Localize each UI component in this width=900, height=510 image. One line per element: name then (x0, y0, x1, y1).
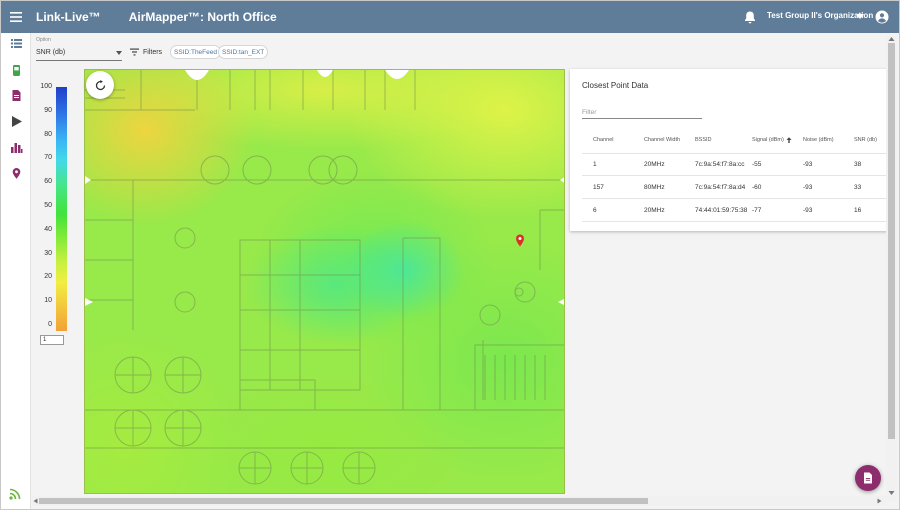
device-icon (13, 65, 20, 76)
table-cell-noise: -93 (803, 161, 813, 168)
legend-step-input[interactable]: 1 (40, 335, 64, 345)
vertical-scroll-thumb[interactable] (888, 43, 895, 439)
table-cell-bssid: 7c:9a:54:f7:8a:cc (695, 161, 745, 168)
scroll-up-icon[interactable] (888, 36, 895, 42)
page-title: AirMapper™: North Office (128, 10, 277, 24)
table-cell-signal: -77 (752, 207, 762, 214)
table-cell-noise: -93 (803, 184, 813, 191)
chip-label: SSID:tan_EXT (222, 48, 265, 56)
document-icon (12, 90, 21, 101)
sort-ascending-icon (786, 137, 792, 143)
table-filter-input[interactable]: Filter (582, 107, 702, 119)
top-bar: Link-Live™ AirMapper™: North Office Test… (1, 1, 899, 33)
column-header-signal[interactable]: Signal (dBm) (752, 137, 792, 143)
scroll-left-icon[interactable] (33, 498, 38, 504)
table-cell-snr: 38 (854, 161, 862, 168)
table-cell-width: 20MHz (644, 161, 665, 168)
nav-reports[interactable] (10, 89, 23, 102)
column-header-snr[interactable]: SNR (db) (854, 137, 877, 143)
option-label: Option (36, 37, 51, 43)
refresh-icon (95, 79, 105, 90)
table-cell-bssid: 74:44:01:59:75:38 (695, 207, 748, 214)
panel-title: Closest Point Data (582, 81, 649, 90)
bell-icon[interactable] (743, 10, 757, 24)
row-divider (582, 175, 888, 176)
legend-tick-label: 90 (44, 106, 52, 114)
column-header-bssid[interactable]: BSSID (695, 137, 712, 143)
table-cell-snr: 33 (854, 184, 862, 191)
legend-tick-label: 80 (44, 130, 52, 138)
table-cell-bssid: 7c:9a:54:f7:8a:d4 (695, 184, 746, 191)
table-cell-width: 20MHz (644, 207, 665, 214)
side-nav (1, 33, 31, 509)
legend-tick-label: 60 (44, 178, 52, 186)
legend-tick-label: 0 (48, 321, 52, 328)
filter-chip-ssid-thefeed[interactable]: SSID:TheFeed (170, 45, 221, 59)
filter-placeholder: Filter (582, 109, 597, 116)
app-window: Link-Live™ AirMapper™: North Office Test… (0, 0, 900, 510)
legend-tick-label: 10 (44, 297, 52, 305)
legend-tick-label: 70 (44, 154, 52, 162)
row-divider (582, 221, 888, 222)
menu-icon (10, 12, 22, 22)
heatmap[interactable] (84, 69, 565, 494)
header-divider (582, 153, 888, 154)
horizontal-scroll-thumb[interactable] (39, 498, 648, 504)
scroll-right-icon[interactable] (877, 498, 882, 504)
column-header-channel[interactable]: Channel (593, 137, 614, 143)
filters-button[interactable]: Filters (130, 44, 162, 60)
rss-icon[interactable] (9, 488, 21, 500)
filter-icon (130, 48, 139, 56)
table-cell-signal: -55 (752, 161, 762, 168)
row-divider (582, 198, 888, 199)
nav-run[interactable] (10, 115, 23, 128)
scroll-down-icon[interactable] (888, 490, 895, 496)
legend-tick-label: 50 (44, 202, 52, 209)
table-cell-channel: 6 (593, 207, 597, 214)
option-value: SNR (db) (36, 49, 66, 56)
column-header-noise[interactable]: Noise (dBm) (803, 137, 834, 143)
bar-chart-icon (11, 143, 23, 153)
account-icon[interactable] (875, 10, 889, 24)
table-cell-snr: 16 (854, 207, 862, 214)
caret-down-icon (116, 50, 122, 55)
map-pin-icon (12, 168, 21, 179)
closest-point-panel: Closest Point Data Filter Channel Channe… (570, 69, 888, 231)
table-cell-channel: 1 (593, 161, 597, 168)
legend-tick-label: 30 (44, 249, 52, 257)
table-cell-channel: 157 (593, 184, 604, 191)
caret-down-icon[interactable] (856, 14, 864, 20)
option-select[interactable]: SNR (db) (36, 45, 122, 61)
legend-tick-label: 40 (44, 225, 52, 233)
list-icon (11, 39, 22, 48)
nav-devices[interactable] (10, 64, 23, 77)
table-cell-width: 80MHz (644, 184, 665, 191)
column-header-signal-label: Signal (dBm) (752, 137, 784, 143)
menu-button[interactable] (1, 1, 31, 33)
report-icon (864, 472, 872, 484)
legend-step-value: 1 (43, 337, 47, 343)
chip-label: SSID:TheFeed (174, 48, 217, 56)
map-pin-icon[interactable] (515, 234, 525, 247)
legend-tick-label: 100 (40, 83, 52, 90)
nav-list[interactable] (10, 37, 23, 50)
filters-label: Filters (143, 48, 163, 56)
filter-chip-ssid-tan-ext[interactable]: SSID:tan_EXT (218, 45, 269, 59)
brand-name[interactable]: Link-Live™ (36, 10, 101, 24)
play-icon (12, 116, 22, 127)
nav-airmapper[interactable] (10, 167, 23, 180)
column-header-channel-width[interactable]: Channel Width (644, 137, 680, 143)
table-cell-signal: -60 (752, 184, 762, 191)
snr-color-scale (56, 87, 67, 331)
report-fab-button[interactable] (855, 465, 881, 491)
refresh-button[interactable] (86, 71, 114, 99)
floor-plan (85, 70, 564, 485)
table-cell-noise: -93 (803, 207, 813, 214)
nav-analytics[interactable] (10, 141, 23, 154)
legend-tick-label: 20 (44, 273, 52, 281)
